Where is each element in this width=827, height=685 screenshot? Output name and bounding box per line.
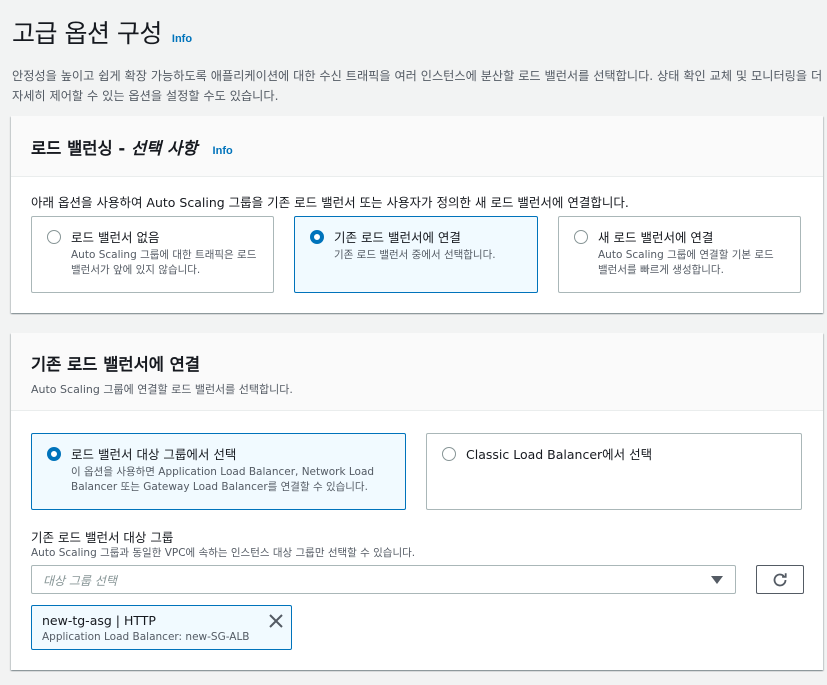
option-attach-existing[interactable]: 기존 로드 밸런서에 연결 기존 로드 밸런서 중에서 선택합니다. — [294, 216, 538, 293]
refresh-button[interactable] — [756, 565, 804, 594]
option-description: Auto Scaling 그룹에 연결할 기본 로드 밸런서를 빠르게 생성합니… — [598, 249, 774, 276]
load-balancing-panel: 로드 밸런싱 - 선택 사항 Info 아래 옵션을 사용하여 Auto Sca… — [11, 116, 823, 313]
page-title-row: 고급 옵션 구성 Info — [12, 14, 822, 50]
option-classic-load-balancer[interactable]: Classic Load Balancer에서 선택 — [426, 433, 802, 510]
attach-existing-header: 기존 로드 밸런서에 연결 Auto Scaling 그룹에 연결할 로드 밸런… — [11, 333, 823, 411]
option-label: Classic Load Balancer에서 선택 — [466, 447, 653, 462]
attach-existing-title: 기존 로드 밸런서에 연결 — [31, 355, 201, 374]
option-no-load-balancer[interactable]: 로드 밸런서 없음 Auto Scaling 그룹에 대한 트래픽은 로드 밸런… — [31, 216, 274, 293]
option-label: 새 로드 밸런서에 연결 — [598, 230, 714, 245]
load-balancing-title: 로드 밸런싱 - 선택 사항 — [31, 139, 197, 158]
load-balancing-header: 로드 밸런싱 - 선택 사항 Info — [11, 116, 823, 177]
select-placeholder: 대상 그룹 선택 — [43, 574, 117, 588]
header-info-link[interactable]: Info — [172, 33, 192, 45]
attach-existing-subtitle: Auto Scaling 그룹에 연결할 로드 밸런서를 선택합니다. — [31, 383, 293, 396]
target-group-select[interactable]: 대상 그룹 선택 — [31, 565, 736, 594]
option-attach-new[interactable]: 새 로드 밸런서에 연결 Auto Scaling 그룹에 연결할 기본 로드 … — [558, 216, 801, 293]
radio-button-selected[interactable] — [47, 447, 61, 461]
load-balancing-title-prefix: 로드 밸런싱 - — [31, 139, 131, 158]
caret-down-icon — [711, 576, 723, 584]
target-group-description: Auto Scaling 그룹과 동일한 VPC에 속하는 인스턴스 대상 그룹… — [31, 547, 416, 559]
token-title: new-tg-asg | HTTP — [42, 613, 156, 628]
close-icon[interactable] — [268, 613, 284, 629]
radio-button-selected[interactable] — [310, 230, 324, 244]
load-balancing-description: 아래 옵션을 사용하여 Auto Scaling 그룹을 기존 로드 밸런서 또… — [31, 195, 629, 210]
radio-button[interactable] — [47, 230, 61, 244]
refresh-icon — [773, 572, 787, 586]
load-balancing-info-link[interactable]: Info — [213, 145, 233, 157]
option-label: 로드 밸런서 대상 그룹에서 선택 — [71, 447, 237, 462]
token-subtitle: Application Load Balancer: new-SG-ALB — [42, 631, 250, 643]
page-header: 고급 옵션 구성 Info 안정성을 높이고 쉽게 확장 가능하도록 애플리케이… — [12, 14, 822, 106]
option-description: 이 옵션을 사용하면 Application Load Balancer, Ne… — [71, 466, 375, 493]
option-description: 기존 로드 밸런서 중에서 선택합니다. — [334, 249, 496, 261]
option-label: 로드 밸런서 없음 — [71, 230, 160, 245]
radio-button[interactable] — [574, 230, 588, 244]
page-title: 고급 옵션 구성 — [12, 19, 162, 48]
load-balancing-title-optional: 선택 사항 — [130, 139, 198, 158]
selected-target-group-token: new-tg-asg | HTTP Application Load Balan… — [31, 605, 292, 650]
target-group-label: 기존 로드 밸런서 대상 그룹 — [31, 530, 174, 545]
page-description: 안정성을 높이고 쉽게 확장 가능하도록 애플리케이션에 대한 수신 트래픽을 … — [12, 69, 823, 103]
radio-button[interactable] — [442, 447, 456, 461]
option-target-groups[interactable]: 로드 밸런서 대상 그룹에서 선택 이 옵션을 사용하면 Application… — [31, 433, 406, 510]
attach-existing-panel: 기존 로드 밸런서에 연결 Auto Scaling 그룹에 연결할 로드 밸런… — [11, 333, 823, 670]
option-description: Auto Scaling 그룹에 대한 트래픽은 로드 밸런서가 앞에 있지 않… — [71, 249, 257, 276]
option-label: 기존 로드 밸런서에 연결 — [334, 230, 461, 245]
